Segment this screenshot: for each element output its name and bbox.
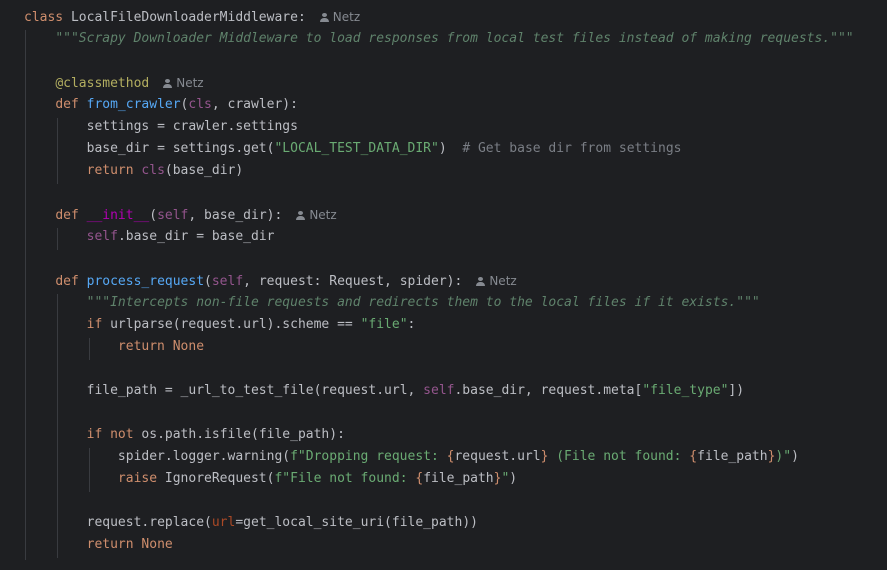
- code-editor[interactable]: class LocalFileDownloaderMiddleware: Netz…: [0, 0, 887, 570]
- author-name: Netz: [176, 76, 204, 90]
- person-icon: [163, 79, 173, 88]
- decorator: @classmethod: [55, 76, 150, 91]
- code-line[interactable]: base_dir = settings.get("LOCAL_TEST_DATA…: [24, 138, 682, 160]
- author-name: Netz: [332, 10, 361, 24]
- author-name: Netz: [309, 208, 337, 222]
- keyword: if: [86, 427, 103, 442]
- function-name: from_crawler: [86, 97, 181, 112]
- keyword: def: [55, 208, 79, 223]
- person-icon: [296, 211, 306, 220]
- code-line[interactable]: raise IgnoreRequest(f"File not found: {f…: [24, 468, 517, 490]
- fstring-brace: {: [689, 449, 698, 464]
- fstring-brace: {: [415, 471, 424, 486]
- keyword: def: [55, 274, 79, 289]
- code-text: =get_local_site_uri(file_path)): [235, 515, 478, 530]
- self-param: self: [211, 274, 244, 289]
- fstring-expr: file_path: [423, 471, 494, 486]
- code-text: :: [407, 317, 416, 332]
- code-line[interactable]: return None: [24, 336, 204, 358]
- self-param: self: [157, 208, 189, 223]
- code-text: , request: Request, spider):: [243, 274, 463, 289]
- code-line[interactable]: self.base_dir = base_dir: [24, 226, 275, 248]
- code-text: (: [149, 208, 158, 223]
- fstring-part: f"File not found:: [274, 471, 416, 486]
- code-line[interactable]: request.replace(url=get_local_site_uri(f…: [24, 512, 478, 534]
- code-line[interactable]: class LocalFileDownloaderMiddleware: Netz: [24, 6, 360, 28]
- code-text: ): [509, 471, 518, 486]
- string-literal: "LOCAL_TEST_DATA_DIR": [274, 141, 439, 156]
- person-icon: [319, 13, 329, 22]
- keyword: return: [86, 163, 134, 178]
- fstring-expr: request.url: [454, 449, 541, 464]
- cls-param: cls: [188, 97, 212, 112]
- code-line[interactable]: spider.logger.warning(f"Dropping request…: [24, 446, 799, 468]
- code-text: spider.logger.warning(: [117, 449, 291, 464]
- keyword: None: [172, 339, 205, 354]
- code-text: , base_dir):: [188, 208, 283, 223]
- keyword: class: [24, 10, 64, 25]
- fstring-part: (File not found:: [548, 449, 690, 464]
- keyword-argument: url: [211, 515, 236, 530]
- fstring-expr: file_path: [697, 449, 768, 464]
- code-text: base_dir = settings.get(: [86, 141, 275, 156]
- code-text: IgnoreRequest(: [164, 471, 275, 486]
- self-ref: self: [423, 383, 455, 398]
- code-line[interactable]: return None: [24, 534, 173, 556]
- code-text: settings = crawler.settings: [86, 119, 298, 134]
- code-text: .base_dir, request.meta[: [454, 383, 643, 398]
- code-text: ): [438, 141, 463, 156]
- keyword: not: [110, 427, 134, 442]
- code-line[interactable]: def process_request(self, request: Reque…: [24, 270, 517, 292]
- code-text: (base_dir): [164, 163, 244, 178]
- code-text: (: [204, 274, 212, 289]
- code-text: ): [791, 449, 799, 464]
- author-name: Netz: [489, 274, 517, 288]
- fstring-part: f"Dropping request:: [290, 449, 447, 464]
- code-line[interactable]: """Intercepts non-file requests and redi…: [24, 292, 760, 314]
- code-text: os.path.isfile(file_path):: [141, 427, 345, 442]
- code-line[interactable]: if not os.path.isfile(file_path):: [24, 424, 345, 446]
- cls-param: cls: [141, 163, 165, 178]
- string-literal: "file": [360, 317, 408, 332]
- docstring: """Intercepts non-file requests and redi…: [86, 295, 760, 310]
- code-text: ]): [728, 383, 745, 398]
- self-ref: self: [86, 229, 118, 244]
- author-hint[interactable]: Netz: [163, 76, 204, 90]
- function-name: __init__: [86, 208, 150, 223]
- person-icon: [476, 277, 486, 286]
- code-text: urlparse(request.url).scheme ==: [110, 317, 361, 332]
- code-line[interactable]: if urlparse(request.url).scheme == "file…: [24, 314, 416, 336]
- author-hint[interactable]: Netz: [296, 208, 337, 222]
- author-hint[interactable]: Netz: [319, 10, 361, 24]
- function-name: process_request: [86, 274, 205, 289]
- comment: # Get base dir from settings: [462, 141, 682, 156]
- author-hint[interactable]: Netz: [476, 274, 517, 288]
- docstring: """Scrapy Downloader Middleware to load …: [55, 31, 854, 46]
- class-name: LocalFileDownloaderMiddleware:: [70, 10, 306, 25]
- keyword: def: [55, 97, 79, 112]
- string-literal: "file_type": [642, 383, 729, 398]
- keyword: return: [117, 339, 165, 354]
- keyword: if: [86, 317, 103, 332]
- keyword: return: [86, 537, 134, 552]
- code-line[interactable]: return cls(base_dir): [24, 160, 244, 182]
- code-line[interactable]: file_path = _url_to_test_file(request.ur…: [24, 380, 744, 402]
- code-text: file_path = _url_to_test_file(request.ur…: [86, 383, 424, 398]
- keyword: None: [141, 537, 173, 552]
- code-text: , crawler):: [211, 97, 298, 112]
- code-line[interactable]: settings = crawler.settings: [24, 116, 298, 138]
- keyword: raise: [117, 471, 158, 486]
- code-text: .base_dir = base_dir: [117, 229, 275, 244]
- code-line[interactable]: def from_crawler(cls, crawler):: [24, 94, 298, 116]
- code-line[interactable]: def __init__(self, base_dir): Netz: [24, 204, 337, 226]
- fstring-part: )": [775, 449, 792, 464]
- code-line[interactable]: """Scrapy Downloader Middleware to load …: [24, 28, 854, 50]
- code-line[interactable]: @classmethod Netz: [24, 72, 204, 94]
- code-text: request.replace(: [86, 515, 212, 530]
